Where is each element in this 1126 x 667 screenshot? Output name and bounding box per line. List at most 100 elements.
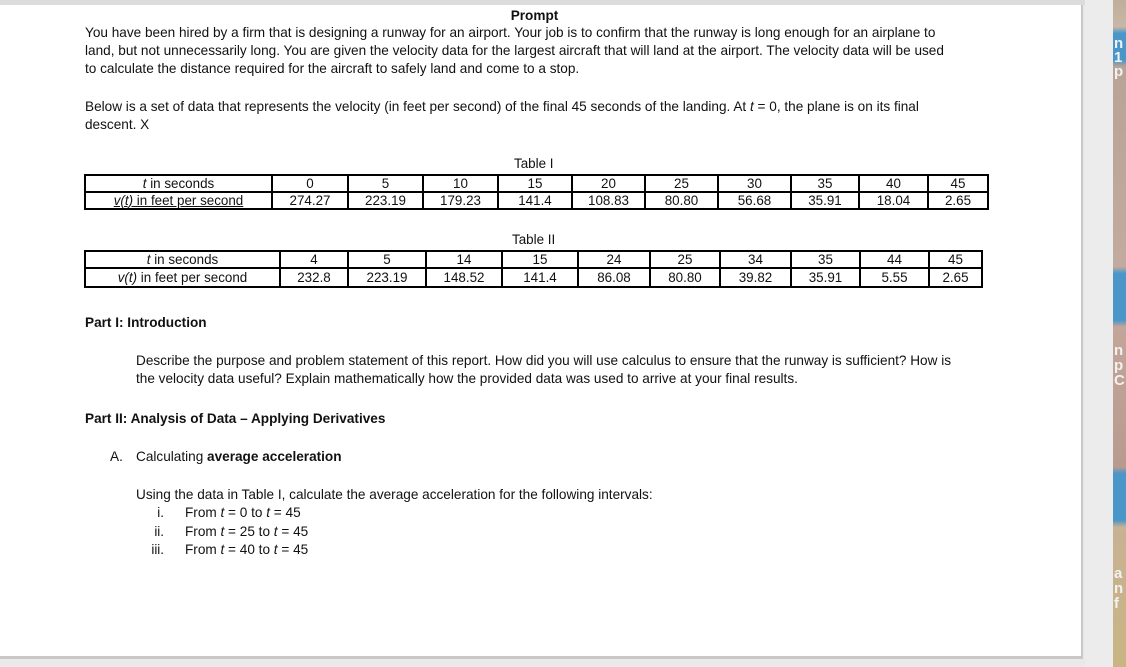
table-cell: 2.65 (927, 191, 989, 210)
table-1-row-t: t in seconds 0 5 10 15 20 25 30 35 40 45 (84, 174, 989, 193)
interval-item: From t = 40 to t = 45 (185, 541, 308, 559)
from-value: 40 (239, 542, 255, 557)
table-1: t in seconds 0 5 10 15 20 25 30 35 40 45… (84, 174, 989, 210)
table-2: t in seconds 4 5 14 15 24 25 34 35 44 45… (84, 250, 983, 288)
table-cell: 5 (347, 174, 424, 193)
part-1-line-2: the velocity data useful? Explain mathem… (136, 371, 798, 386)
table-1-caption: Table I (514, 156, 554, 171)
table-cell: 2.65 (928, 267, 983, 288)
peek-glyph: f (1114, 595, 1119, 612)
table-cell: 18.04 (858, 191, 929, 210)
table-cell: 4 (279, 250, 349, 269)
window-gutter (1085, 0, 1113, 667)
equals: = (277, 542, 294, 557)
interval-number: ii. (154, 524, 164, 539)
table-cell: 35 (790, 250, 861, 269)
to-value: 45 (293, 524, 309, 539)
row-label-var: v(t) (117, 269, 138, 285)
table-cell: 232.8 (279, 267, 349, 288)
table-cell: 80.80 (644, 191, 719, 210)
to-value: 45 (293, 542, 309, 557)
row-label-text: in feet per second (137, 269, 248, 285)
interval-item: From t = 0 to t = 45 (185, 504, 301, 522)
data-intro-line-2: descent. X (85, 117, 150, 132)
table-cell: 30 (717, 174, 792, 193)
table-cell: 80.80 (649, 267, 721, 288)
equals: = (224, 524, 240, 539)
section-a-label-bold: average acceleration (207, 449, 342, 464)
table-cell: 14 (425, 250, 503, 269)
peek-glyph: p (1114, 357, 1124, 374)
equals: = (277, 524, 294, 539)
intro-line-1: You have been hired by a firm that is de… (85, 25, 936, 40)
row-label-text: in seconds (150, 251, 219, 267)
row-label-v: v(t) in feet per second (84, 191, 273, 210)
part-2-title: Part II: Analysis of Data – Applying Der… (85, 411, 386, 426)
interval-item: From t = 25 to t = 45 (185, 523, 308, 541)
section-a-marker: A. (110, 449, 123, 464)
interval-number: iii. (151, 542, 164, 557)
row-label-var: v(t) (113, 192, 134, 208)
table-cell: 45 (928, 250, 983, 269)
equals: = (270, 505, 286, 520)
equals: = (224, 505, 240, 520)
table-cell: 24 (577, 250, 651, 269)
table-cell: 35 (790, 174, 860, 193)
data-intro-pre: Below is a set of data that represents t… (85, 99, 750, 114)
table-cell: 108.83 (571, 191, 646, 210)
table-cell: 0 (271, 174, 349, 193)
peek-glyph: p (1114, 63, 1124, 80)
table-cell: 44 (859, 250, 930, 269)
row-label-text: in seconds (146, 175, 215, 191)
row-label-v: v(t) in feet per second (84, 267, 281, 288)
row-label-text: in feet per second (133, 192, 244, 208)
table-cell: 34 (719, 250, 792, 269)
table-cell: 223.19 (347, 191, 424, 210)
from-value: 25 (239, 524, 255, 539)
to-value: 45 (285, 505, 301, 520)
table-2-row-t: t in seconds 4 5 14 15 24 25 34 35 44 45 (84, 250, 983, 269)
from-word: From (185, 505, 221, 520)
document-page: Prompt You have been hired by a firm tha… (0, 5, 1083, 659)
table-cell: 35.91 (790, 191, 860, 210)
table-1-row-v: v(t) in feet per second 274.27 223.19 17… (84, 191, 989, 210)
table-cell: 35.91 (790, 267, 861, 288)
intro-line-3: to calculate the distance required for t… (85, 61, 580, 76)
table-cell: 20 (571, 174, 646, 193)
table-cell: 5.55 (859, 267, 930, 288)
table-cell: 45 (927, 174, 989, 193)
table-cell: 223.19 (347, 267, 427, 288)
table-cell: 86.08 (577, 267, 651, 288)
intro-line-2: land, but not unnecessarily long. You ar… (85, 43, 944, 58)
table-cell: 148.52 (425, 267, 503, 288)
table-2-row-v: v(t) in feet per second 232.8 223.19 148… (84, 267, 983, 288)
table-cell: 179.23 (422, 191, 499, 210)
table-cell: 15 (501, 250, 579, 269)
to-word: to (254, 524, 274, 539)
table-cell: 5 (347, 250, 427, 269)
peek-glyph: n (1114, 342, 1124, 359)
table-cell: 141.4 (501, 267, 579, 288)
data-intro-line-1: Below is a set of data that represents t… (85, 98, 919, 116)
to-word: to (247, 505, 267, 520)
table-cell: 25 (644, 174, 719, 193)
equals: = (224, 542, 240, 557)
row-label-t: t in seconds (84, 250, 281, 269)
part-1-title: Part I: Introduction (85, 315, 207, 330)
from-word: From (185, 542, 221, 557)
peek-glyph: n (1114, 580, 1124, 597)
table-cell: 15 (497, 174, 573, 193)
peek-glyph: C (1114, 372, 1125, 389)
table-cell: 25 (649, 250, 721, 269)
to-word: to (254, 542, 274, 557)
table-cell: 39.82 (719, 267, 792, 288)
background-window-peek: n 1 p n p C a n f (1113, 0, 1126, 667)
table-cell: 56.68 (717, 191, 792, 210)
row-label-t: t in seconds (84, 174, 273, 193)
section-a-heading: Calculating average acceleration (136, 448, 342, 466)
peek-glyph: a (1114, 565, 1123, 582)
prompt-heading: Prompt (510, 8, 559, 23)
table-cell: 274.27 (271, 191, 349, 210)
section-a-label: Calculating (136, 449, 208, 464)
data-intro-post: = 0, the plane is on its final (753, 99, 919, 114)
